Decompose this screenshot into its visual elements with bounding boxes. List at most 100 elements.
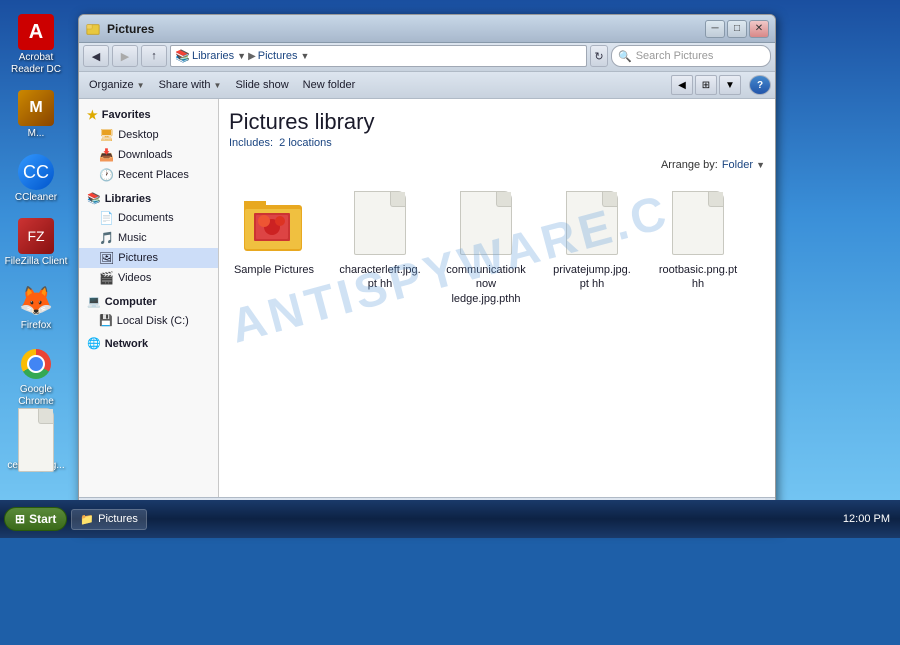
taskbar-folder-icon: 📁 xyxy=(80,513,94,526)
desktop-icon-filezilla[interactable]: FZ FileZilla Client xyxy=(2,214,70,272)
title-bar: Pictures ─ □ ✕ xyxy=(79,15,775,43)
music-nav-icon: 🎵 xyxy=(99,231,114,245)
slideshow-button[interactable]: Slide show xyxy=(229,74,294,96)
taskbar: ⊞ Start 📁 Pictures 12:00 PM xyxy=(0,500,900,538)
view-toggle-button[interactable]: ⊞ xyxy=(695,75,717,95)
share-dropdown-icon: ▼ xyxy=(214,81,222,90)
search-box[interactable]: 🔍 Search Pictures xyxy=(611,45,771,67)
includes-label: Includes: xyxy=(229,137,273,149)
computer-header[interactable]: 💻 Computer xyxy=(79,292,218,311)
desktop-icon-acrobat[interactable]: A Acrobat Reader DC xyxy=(2,10,70,80)
privatejump-label: privatejump.jpg.pt hh xyxy=(551,263,633,292)
taskbar-explorer-item[interactable]: 📁 Pictures xyxy=(71,509,146,530)
start-button[interactable]: ⊞ Start xyxy=(4,507,67,531)
organize-label: Organize xyxy=(89,79,134,91)
organize-dropdown-icon: ▼ xyxy=(137,81,145,90)
file-grid: Sample Pictures characterleft.jpg.pt hh xyxy=(229,183,765,310)
filezilla-label: FileZilla Client xyxy=(5,256,68,268)
nav-local-disk[interactable]: 💾 Local Disk (C:) xyxy=(79,311,218,330)
content-area: ★ Favorites 🖥 Desktop 📥 Downloads 🕐 Rece… xyxy=(79,99,775,497)
addr-pictures[interactable]: Pictures xyxy=(258,50,298,62)
addr-libraries-dropdown[interactable]: ▼ xyxy=(237,51,246,61)
view-dropdown-button[interactable]: ▼ xyxy=(719,75,741,95)
communicationknow-icon xyxy=(454,187,518,259)
share-with-button[interactable]: Share with ▼ xyxy=(153,74,228,96)
recent-nav-icon: 🕐 xyxy=(99,168,114,182)
address-bar-row: ◀ ▶ ↑ 📚 Libraries ▼ ▶ Pictures ▼ ↻ 🔍 xyxy=(83,45,771,67)
nav-music[interactable]: 🎵 Music xyxy=(79,228,218,248)
nav-downloads-label: Downloads xyxy=(118,149,172,161)
favorites-header[interactable]: ★ Favorites xyxy=(79,105,218,125)
library-title: Pictures library xyxy=(229,109,765,135)
desktop-icon-ccleaner[interactable]: CC CCleaner xyxy=(2,150,70,208)
library-header: Pictures library Includes: 2 locations xyxy=(229,109,765,149)
libraries-header[interactable]: 📚 Libraries xyxy=(79,189,218,208)
desktop: A Acrobat Reader DC M M... CC CCleaner F… xyxy=(0,0,900,538)
toolbar-area: ◀ ▶ ↑ 📚 Libraries ▼ ▶ Pictures ▼ ↻ 🔍 xyxy=(79,43,775,72)
taskbar-clock: 12:00 PM xyxy=(843,513,890,525)
back-button[interactable]: ◀ xyxy=(83,45,109,67)
desktop-icon-celllaw[interactable]: celllaw.png... xyxy=(2,418,70,476)
refresh-button[interactable]: ↻ xyxy=(590,45,608,67)
arrange-value: Folder xyxy=(722,159,753,171)
arrange-arrow-icon: ▼ xyxy=(756,160,765,170)
taskbar-window-label: Pictures xyxy=(98,513,138,525)
organize-button[interactable]: Organize ▼ xyxy=(83,74,151,96)
computer-nav-icon: 💻 xyxy=(87,295,101,308)
search-input[interactable]: Search Pictures xyxy=(636,50,764,62)
window-controls: ─ □ ✕ xyxy=(705,20,769,38)
celllaw-icon xyxy=(18,422,54,458)
acrobat-icon: A xyxy=(18,14,54,50)
m-icon: M xyxy=(18,90,54,126)
file-item-communicationknow[interactable]: communicationknow ledge.jpg.pthh xyxy=(441,183,531,310)
favorites-label: Favorites xyxy=(102,109,151,121)
nav-downloads[interactable]: 📥 Downloads xyxy=(79,145,218,165)
network-header[interactable]: 🌐 Network xyxy=(79,334,218,353)
file-item-characterleft[interactable]: characterleft.jpg.pt hh xyxy=(335,183,425,310)
new-folder-button[interactable]: New folder xyxy=(297,74,362,96)
file-item-privatejump[interactable]: privatejump.jpg.pt hh xyxy=(547,183,637,310)
nav-documents[interactable]: 📄 Documents xyxy=(79,208,218,228)
prev-view-button[interactable]: ◀ xyxy=(671,75,693,95)
nav-pictures-label: Pictures xyxy=(118,252,158,264)
library-includes: Includes: 2 locations xyxy=(229,137,765,149)
file-item-sample-pictures[interactable]: Sample Pictures xyxy=(229,183,319,310)
nav-recent[interactable]: 🕐 Recent Places xyxy=(79,165,218,185)
nav-desktop[interactable]: 🖥 Desktop xyxy=(79,125,218,145)
addr-libraries[interactable]: Libraries xyxy=(192,50,234,62)
desktop-icon-m[interactable]: M M... xyxy=(2,86,70,144)
minimize-button[interactable]: ─ xyxy=(705,20,725,38)
start-label: Start xyxy=(29,512,56,526)
nav-local-disk-label: Local Disk (C:) xyxy=(117,315,189,327)
characterleft-icon xyxy=(348,187,412,259)
arrange-dropdown[interactable]: Folder ▼ xyxy=(722,159,765,171)
communicationknow-label: communicationknow ledge.jpg.pthh xyxy=(445,263,527,306)
desktop-icon-chrome[interactable]: Google Chrome xyxy=(2,342,70,412)
downloads-nav-icon: 📥 xyxy=(99,148,114,162)
forward-button[interactable]: ▶ xyxy=(112,45,138,67)
file-item-rootbasic[interactable]: rootbasic.png.pthh xyxy=(653,183,743,310)
up-button[interactable]: ↑ xyxy=(141,45,167,67)
favorites-star-icon: ★ xyxy=(87,108,98,122)
network-nav-icon: 🌐 xyxy=(87,337,101,350)
desktop-nav-icon: 🖥 xyxy=(99,128,114,142)
pictures-nav-icon: 🖼 xyxy=(99,251,114,265)
help-button[interactable]: ? xyxy=(749,75,771,95)
sample-pictures-icon xyxy=(242,187,306,259)
arrange-label: Arrange by: xyxy=(661,159,718,171)
maximize-button[interactable]: □ xyxy=(727,20,747,38)
newfolder-label: New folder xyxy=(303,79,356,91)
address-field[interactable]: 📚 Libraries ▼ ▶ Pictures ▼ xyxy=(170,45,587,67)
nav-videos[interactable]: 🎬 Videos xyxy=(79,268,218,288)
chrome-label: Google Chrome xyxy=(4,384,68,408)
close-button[interactable]: ✕ xyxy=(749,20,769,38)
nav-pictures[interactable]: 🖼 Pictures xyxy=(79,248,218,268)
desktop-icon-firefox[interactable]: 🦊 Firefox xyxy=(2,278,70,336)
ccleaner-label: CCleaner xyxy=(15,192,57,204)
computer-label: Computer xyxy=(105,296,157,308)
nav-videos-label: Videos xyxy=(118,272,151,284)
libraries-nav-icon: 📚 xyxy=(87,192,101,205)
libraries-section: 📚 Libraries 📄 Documents 🎵 Music 🖼 Pictur… xyxy=(79,189,218,288)
addr-pictures-dropdown[interactable]: ▼ xyxy=(301,51,310,61)
includes-count[interactable]: 2 locations xyxy=(279,137,332,149)
